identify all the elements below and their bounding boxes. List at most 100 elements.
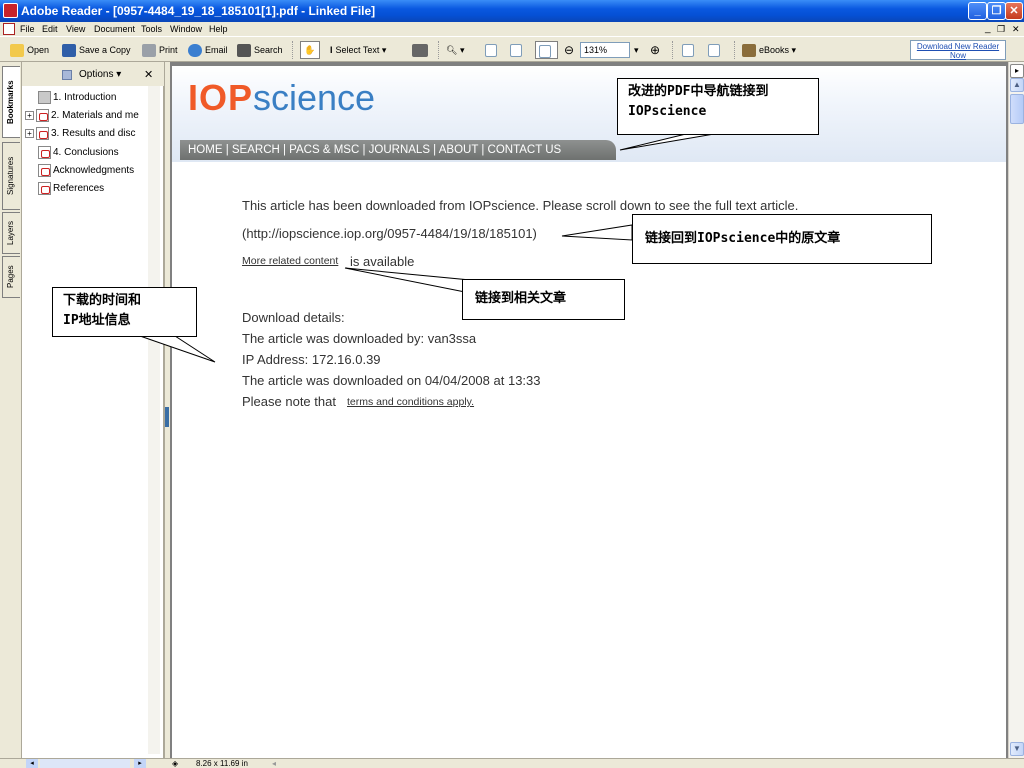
fit-icon: ◈ [172,759,179,768]
options-menu[interactable]: Options ▾ [79,69,121,80]
zoom-in-button[interactable]: 🔍︎ ▾ [446,42,464,58]
toolbar: Open Save a Copy Print Email Search ✋ IS… [0,36,1024,62]
menu-document[interactable]: Document [94,22,135,36]
menu-help[interactable]: Help [209,22,228,36]
page-icon [485,44,497,58]
bookmarks-header: Options ▾ ✕ [22,62,164,86]
close-panel-icon[interactable]: ✕ [144,68,153,81]
title-bar: Adobe Reader - [0957-4484_19_18_185101[1… [0,0,1024,22]
pdf-page [172,66,1006,760]
ebooks-button[interactable]: eBooks ▾ [742,42,796,58]
fit-width-button[interactable] [535,41,558,59]
pdf-bookmark-icon [36,108,49,122]
bookmark-item[interactable]: Acknowledgments [38,163,163,179]
bookmarks-scrollbar[interactable] [148,86,160,754]
doc-close-icon[interactable]: ✕ [1012,22,1020,36]
scroll-thumb[interactable] [1010,94,1024,124]
iop-nav-bar[interactable]: HOME | SEARCH | PACS & MSC | JOURNALS | … [180,140,616,160]
rotate-icon [708,44,720,58]
article-url-link[interactable]: (http://iopscience.iop.org/0957-4484/19/… [242,226,537,241]
bookmark-item[interactable]: +3. Results and disc [25,126,150,142]
fit-page-button[interactable] [510,42,525,58]
print-button[interactable]: Print [142,42,178,58]
actual-size-button[interactable] [485,42,500,58]
side-tabs: Bookmarks Signatures Layers Pages [0,62,22,758]
bookmarks-hscroll[interactable] [40,759,130,768]
save-copy-button[interactable]: Save a Copy [62,42,131,58]
close-button[interactable]: ✕ [1005,2,1023,20]
related-suffix-text: is available [350,254,415,269]
zoom-input[interactable]: 131% [580,42,630,58]
downloaded-by-text: The article was downloaded by: van3ssa [242,331,477,346]
callout-nav-links: 改进的PDF中导航链接到 IOPscience [617,78,819,135]
page-icon [510,44,522,58]
email-button[interactable]: Email [188,42,228,58]
ip-address-text: IP Address: 172.16.0.39 [242,352,381,367]
menu-file[interactable]: File [20,22,35,36]
toolbar-separator [672,41,675,59]
iop-nav-links[interactable]: HOME | SEARCH | PACS & MSC | JOURNALS | … [188,144,561,156]
split-icon[interactable]: ▸ [1010,64,1024,78]
rotate-cw-button[interactable] [682,42,697,58]
snapshot-button[interactable] [412,42,431,58]
rotate-ccw-button[interactable] [708,42,723,58]
minimize-button[interactable]: _ [968,2,987,20]
search-button[interactable]: Search [237,42,283,58]
scroll-right-button[interactable]: ▸ [134,759,146,768]
scroll-up-button[interactable]: ▲ [1010,78,1024,92]
downloaded-on-text: The article was downloaded on 04/04/2008… [242,373,541,388]
toolbar-separator [292,41,295,59]
menu-view[interactable]: View [66,22,85,36]
menu-tools[interactable]: Tools [141,22,162,36]
doc-minimize-icon[interactable]: _ [985,22,991,36]
pdf-bookmark-icon [36,126,49,140]
vertical-scrollbar[interactable]: ▸ ▲ ▼ [1008,62,1024,758]
expand-icon[interactable]: + [25,128,34,138]
callout-download-info: 下载的时间和 IP地址信息 [52,287,197,337]
download-reader-link[interactable]: Download New Reader Now [910,40,1006,60]
select-text-button[interactable]: I Select Text ▾ [330,42,386,58]
rotate-icon [682,44,694,58]
tab-signatures[interactable]: Signatures [2,142,20,210]
open-button[interactable]: Open [10,42,49,58]
page-scroll-left[interactable]: ◂ [272,759,276,768]
zoom-in-plus-button[interactable]: ⊕ [650,42,660,58]
bookmarks-panel: Options ▾ ✕ 1. Introduction +2. Material… [22,62,164,758]
bookmark-item[interactable]: References [38,181,163,197]
hand-icon: ✋ [304,45,316,55]
folder-icon [10,44,24,58]
hand-tool-button[interactable]: ✋ [300,41,320,59]
expand-icon[interactable]: + [25,110,34,120]
terms-link[interactable]: terms and conditions apply. [347,396,474,408]
text-cursor-icon: I [330,45,333,55]
tab-layers[interactable]: Layers [2,212,20,254]
download-details-heading: Download details: [242,310,345,325]
related-content-link[interactable]: More related content [242,255,338,267]
doc-restore-icon[interactable]: ❐ [997,22,1005,36]
tab-pages[interactable]: Pages [2,256,20,298]
scroll-left-button[interactable]: ◂ [26,759,38,768]
menu-edit[interactable]: Edit [42,22,58,36]
email-icon [188,44,202,58]
zoom-dropdown[interactable]: ▾ [634,42,639,58]
splitter-grip[interactable] [165,407,169,427]
floppy-icon [62,44,76,58]
printer-icon [142,44,156,58]
scroll-down-button[interactable]: ▼ [1010,742,1024,756]
minus-circle-icon: ⊖ [564,43,575,57]
bookmark-item[interactable]: 1. Introduction [38,90,163,106]
camera-icon [412,44,428,58]
page-icon [38,90,51,104]
pdf-bookmark-icon [38,145,51,159]
menu-window[interactable]: Window [170,22,202,36]
bookmark-item[interactable]: +2. Materials and me [25,108,150,124]
tab-bookmarks[interactable]: Bookmarks [2,66,20,138]
bookmark-item[interactable]: 4. Conclusions [38,145,163,161]
pdf-bookmark-icon [38,163,51,177]
magnifier-icon: 🔍︎ [446,45,458,55]
maximize-button[interactable]: ❐ [987,2,1006,20]
page-size-text: 8.26 x 11.69 in [196,759,248,768]
menu-bar: File Edit View Document Tools Window Hel… [0,22,1024,36]
toolbar-separator [438,41,441,59]
zoom-out-button[interactable]: ⊖ [564,42,574,58]
